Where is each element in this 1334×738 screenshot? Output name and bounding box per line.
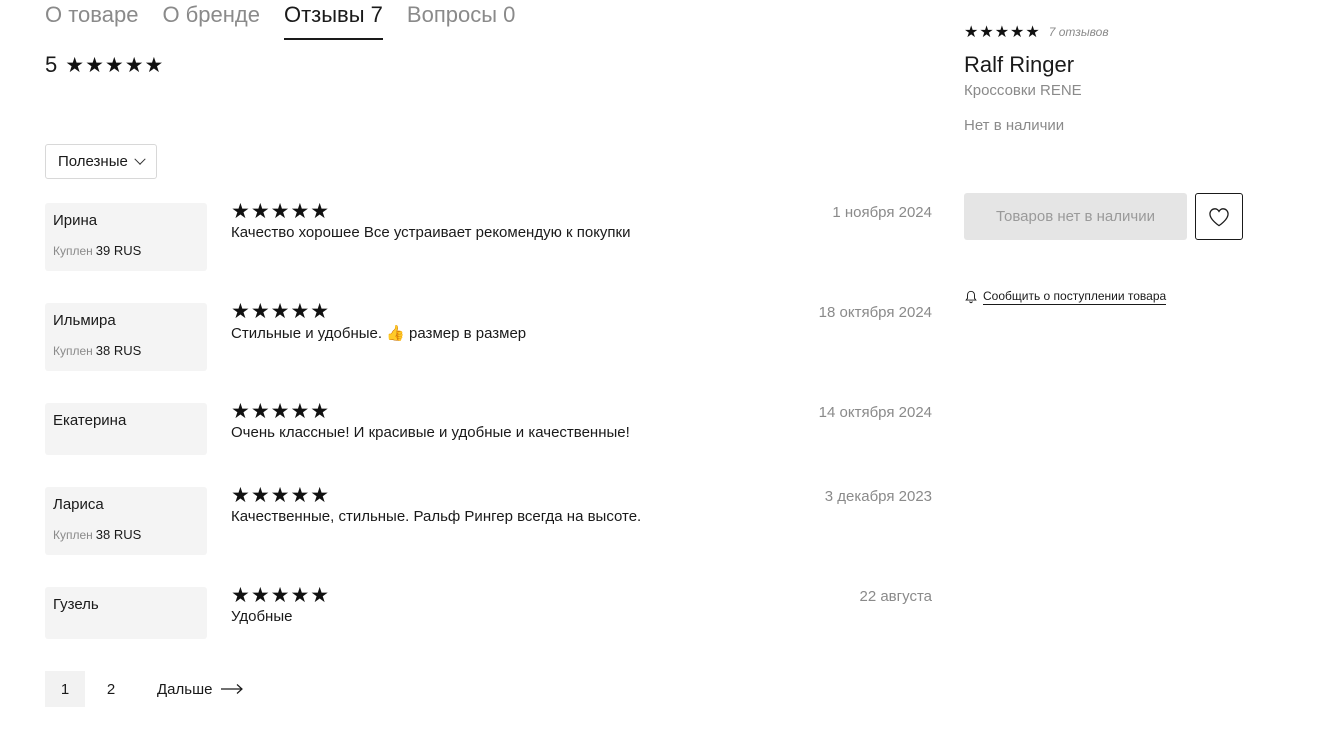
sort-label: Полезные xyxy=(58,153,128,170)
arrow-right-icon xyxy=(221,684,244,694)
purchased-size: Куплен 39 RUS xyxy=(53,243,199,258)
page-1-button[interactable]: 1 xyxy=(45,671,85,707)
product-actions: Товаров нет в наличии xyxy=(964,193,1243,240)
tab-about-product[interactable]: О товаре xyxy=(45,0,138,40)
review-date: 18 октября 2024 xyxy=(818,304,932,321)
review-date: 22 августа xyxy=(859,588,932,605)
product-stars: ★★★★★ xyxy=(964,24,1041,41)
purchased-size-value: 38 RUS xyxy=(95,527,142,542)
review-text: Очень классные! И красивые и удобные и к… xyxy=(231,424,630,441)
review-author: Гузель xyxy=(53,596,99,613)
page-2-button[interactable]: 2 xyxy=(91,671,131,707)
review-stars: ★★★★★ xyxy=(231,400,331,423)
product-reviews-count[interactable]: 7 отзывов xyxy=(1049,25,1109,39)
review-author-card: Ирина Куплен 39 RUS xyxy=(45,203,207,271)
notify-restock-label: Сообщить о поступлении товара xyxy=(983,289,1167,305)
purchased-label: Куплен xyxy=(53,344,93,358)
purchased-label: Куплен xyxy=(53,528,93,542)
overall-score: 5 xyxy=(45,52,58,77)
review-author-card: Ильмира Куплен 38 RUS xyxy=(45,303,207,371)
review-tabs: О товаре О бренде Отзывы 7 Вопросы 0 xyxy=(45,0,515,40)
review-author: Лариса xyxy=(53,496,104,513)
bell-icon xyxy=(965,290,977,304)
review-text: Удобные xyxy=(231,608,293,625)
product-summary-panel: ★★★★★ 7 отзывов Ralf Ringer Кроссовки RE… xyxy=(964,22,1264,305)
overall-rating: 5 ★★★★★ xyxy=(45,52,164,78)
tab-questions[interactable]: Вопросы 0 xyxy=(407,0,515,40)
review-author: Екатерина xyxy=(53,412,127,429)
review-text: Качество хорошее Все устраивает рекоменд… xyxy=(231,224,631,241)
stock-status: Нет в наличии xyxy=(964,117,1065,134)
tab-about-brand[interactable]: О бренде xyxy=(162,0,260,40)
pagination: 1 2 Дальше xyxy=(45,671,244,707)
product-brand: Ralf Ringer xyxy=(964,52,1075,77)
notify-restock-link[interactable]: Сообщить о поступлении товара xyxy=(964,289,1167,305)
review-stars: ★★★★★ xyxy=(231,484,331,507)
next-page-button[interactable]: Дальше xyxy=(157,681,244,698)
review-author: Ильмира xyxy=(53,312,116,329)
review-date: 3 декабря 2023 xyxy=(824,488,932,505)
review-text: Стильные и удобные. 👍 размер в размер xyxy=(231,325,527,342)
review-author-card: Лариса Куплен 38 RUS xyxy=(45,487,207,555)
review-author-card: Екатерина xyxy=(45,403,207,455)
review-author-card: Гузель xyxy=(45,587,207,639)
review-stars: ★★★★★ xyxy=(231,584,331,607)
overall-stars: ★★★★★ xyxy=(65,53,165,77)
product-model: Кроссовки RENE xyxy=(964,82,1082,99)
next-page-label: Дальше xyxy=(157,680,213,698)
purchased-size: Куплен 38 RUS xyxy=(53,343,199,358)
purchased-size-value: 39 RUS xyxy=(95,243,142,258)
review-stars: ★★★★★ xyxy=(231,200,331,223)
review-date: 1 ноября 2024 xyxy=(832,204,932,221)
review-author: Ирина xyxy=(53,212,98,229)
heart-icon xyxy=(1209,207,1229,226)
review-date: 14 октября 2024 xyxy=(818,404,932,421)
out-of-stock-button: Товаров нет в наличии xyxy=(964,193,1187,240)
product-rating: ★★★★★ 7 отзывов xyxy=(964,22,1264,42)
purchased-size: Куплен 38 RUS xyxy=(53,527,199,542)
tab-reviews[interactable]: Отзывы 7 xyxy=(283,0,383,40)
purchased-size-value: 38 RUS xyxy=(95,343,142,358)
purchased-label: Куплен xyxy=(53,244,93,258)
review-text: Качественные, стильные. Ральф Рингер все… xyxy=(231,508,642,525)
review-stars: ★★★★★ xyxy=(231,300,331,323)
favorite-button[interactable] xyxy=(1195,193,1243,240)
chevron-down-icon xyxy=(134,153,146,165)
sort-dropdown[interactable]: Полезные xyxy=(45,144,157,179)
